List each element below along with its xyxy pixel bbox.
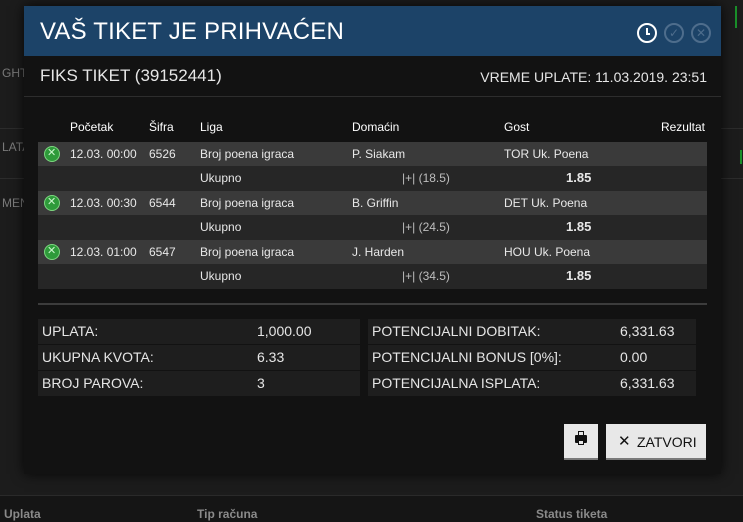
row-code: 6544 xyxy=(149,196,176,210)
col-header-code: Šifra xyxy=(149,120,174,134)
background-divider xyxy=(721,128,743,129)
row-league: Broj poena igraca xyxy=(200,147,295,161)
summary-row-bonus: POTENCIJALNI BONUS [0%]: 0.00 xyxy=(368,345,696,370)
row-away: HOU Uk. Poena xyxy=(504,245,591,259)
ticket-time: VREME UPLATE: 11.03.2019. 23:51 xyxy=(480,69,707,85)
col-header-league: Liga xyxy=(200,120,223,134)
basketball-icon xyxy=(44,146,60,162)
row-start: 12.03. 00:30 xyxy=(70,196,137,210)
summary-label: BROJ PAROVA: xyxy=(42,375,144,391)
col-header-result: Rezultat xyxy=(660,120,705,134)
background-divider xyxy=(0,128,24,129)
close-button[interactable]: ✕ ZATVORI xyxy=(606,424,706,458)
background-accent xyxy=(740,150,742,164)
summary-label: UKUPNA KVOTA: xyxy=(42,349,154,365)
row-start: 12.03. 01:00 xyxy=(70,245,137,259)
table-subrow: Ukupno |+| (24.5) 1.85 xyxy=(38,215,707,240)
row-league: Broj poena igraca xyxy=(200,196,295,210)
summary-value: 6.33 xyxy=(257,349,285,365)
col-header-home: Domaćin xyxy=(352,120,400,134)
table-row[interactable]: 12.03. 00:00 6526 Broj poena igraca P. S… xyxy=(38,142,707,166)
row-line: |+| (34.5) xyxy=(402,269,450,283)
row-line: |+| (24.5) xyxy=(402,220,450,234)
ticket-table: Početak Šifra Liga Domaćin Gost Rezultat… xyxy=(38,114,707,289)
row-bet-type: Ukupno xyxy=(200,269,242,283)
basketball-icon xyxy=(44,195,60,211)
summary-row-parova: BROJ PAROVA: 3 xyxy=(38,371,360,396)
summary-value: 3 xyxy=(257,375,265,391)
row-away: TOR Uk. Poena xyxy=(504,147,589,161)
col-header-start: Početak xyxy=(70,120,114,134)
check-icon[interactable]: ✓ xyxy=(664,23,684,43)
summary-value: 6,331.63 xyxy=(620,375,675,391)
table-subrow: Ukupno |+| (18.5) 1.85 xyxy=(38,166,707,191)
summary-label: UPLATA: xyxy=(42,323,99,339)
ticket-accepted-modal: VAŠ TIKET JE PRIHVAĆEN ✓ ✕ FIKS TIKET (3… xyxy=(24,6,721,474)
summary-divider xyxy=(38,303,707,305)
footer-col-status: Status tiketa xyxy=(536,507,608,521)
background-footer: Uplata Tip računa Status tiketa xyxy=(0,495,743,522)
summary-label: POTENCIJALNA ISPLATA: xyxy=(372,375,541,391)
row-home: P. Siakam xyxy=(352,147,406,161)
row-odd: 1.85 xyxy=(566,268,592,283)
summary-label: POTENCIJALNI BONUS [0%]: xyxy=(372,349,562,365)
clock-icon[interactable] xyxy=(637,23,657,43)
summary-row-isplata: POTENCIJALNA ISPLATA: 6,331.63 xyxy=(368,371,696,396)
summary-label: POTENCIJALNI DOBITAK: xyxy=(372,323,541,339)
col-header-away: Gost xyxy=(504,120,530,134)
summary-row-dobitak: POTENCIJALNI DOBITAK: 6,331.63 xyxy=(368,319,696,344)
row-home: B. Griffin xyxy=(352,196,399,210)
close-icon[interactable]: ✕ xyxy=(691,23,711,43)
close-x-icon: ✕ xyxy=(618,433,631,450)
footer-col-tip-racuna: Tip računa xyxy=(197,507,258,521)
row-bet-type: Ukupno xyxy=(200,171,242,185)
ticket-title: FIKS TIKET (39152441) xyxy=(40,66,222,85)
background-accent xyxy=(735,6,737,28)
background-divider xyxy=(0,178,24,179)
row-code: 6526 xyxy=(149,147,176,161)
background-divider xyxy=(721,178,743,179)
modal-header: VAŠ TIKET JE PRIHVAĆEN ✓ ✕ xyxy=(24,6,721,56)
table-subrow: Ukupno |+| (34.5) 1.85 xyxy=(38,264,707,289)
modal-title: VAŠ TIKET JE PRIHVAĆEN xyxy=(40,18,345,45)
row-bet-type: Ukupno xyxy=(200,220,242,234)
table-row[interactable]: 12.03. 00:30 6544 Broj poena igraca B. G… xyxy=(38,191,707,215)
close-button-label: ZATVORI xyxy=(637,434,697,450)
summary-row-uplata: UPLATA: 1,000.00 xyxy=(38,319,360,344)
row-odd: 1.85 xyxy=(566,170,592,185)
summary-value: 0.00 xyxy=(620,349,648,365)
summary-row-kvota: UKUPNA KVOTA: 6.33 xyxy=(38,345,360,370)
row-start: 12.03. 00:00 xyxy=(70,147,137,161)
print-icon xyxy=(575,431,587,445)
summary-right: POTENCIJALNI DOBITAK: 6,331.63 POTENCIJA… xyxy=(368,319,696,397)
row-code: 6547 xyxy=(149,245,176,259)
summary-left: UPLATA: 1,000.00 UKUPNA KVOTA: 6.33 BROJ… xyxy=(38,319,360,397)
row-line: |+| (18.5) xyxy=(402,171,450,185)
basketball-icon xyxy=(44,244,60,260)
row-home: J. Harden xyxy=(352,245,405,259)
summary-value: 6,331.63 xyxy=(620,323,675,339)
print-button[interactable] xyxy=(564,424,598,458)
table-row[interactable]: 12.03. 01:00 6547 Broj poena igraca J. H… xyxy=(38,240,707,264)
footer-col-uplata: Uplata xyxy=(4,507,41,521)
table-header: Početak Šifra Liga Domaćin Gost Rezultat xyxy=(38,114,707,142)
row-away: DET Uk. Poena xyxy=(504,196,588,210)
ticket-info-bar: FIKS TIKET (39152441) VREME UPLATE: 11.0… xyxy=(24,56,721,97)
row-odd: 1.85 xyxy=(566,219,592,234)
summary-value: 1,000.00 xyxy=(257,323,312,339)
row-league: Broj poena igraca xyxy=(200,245,295,259)
